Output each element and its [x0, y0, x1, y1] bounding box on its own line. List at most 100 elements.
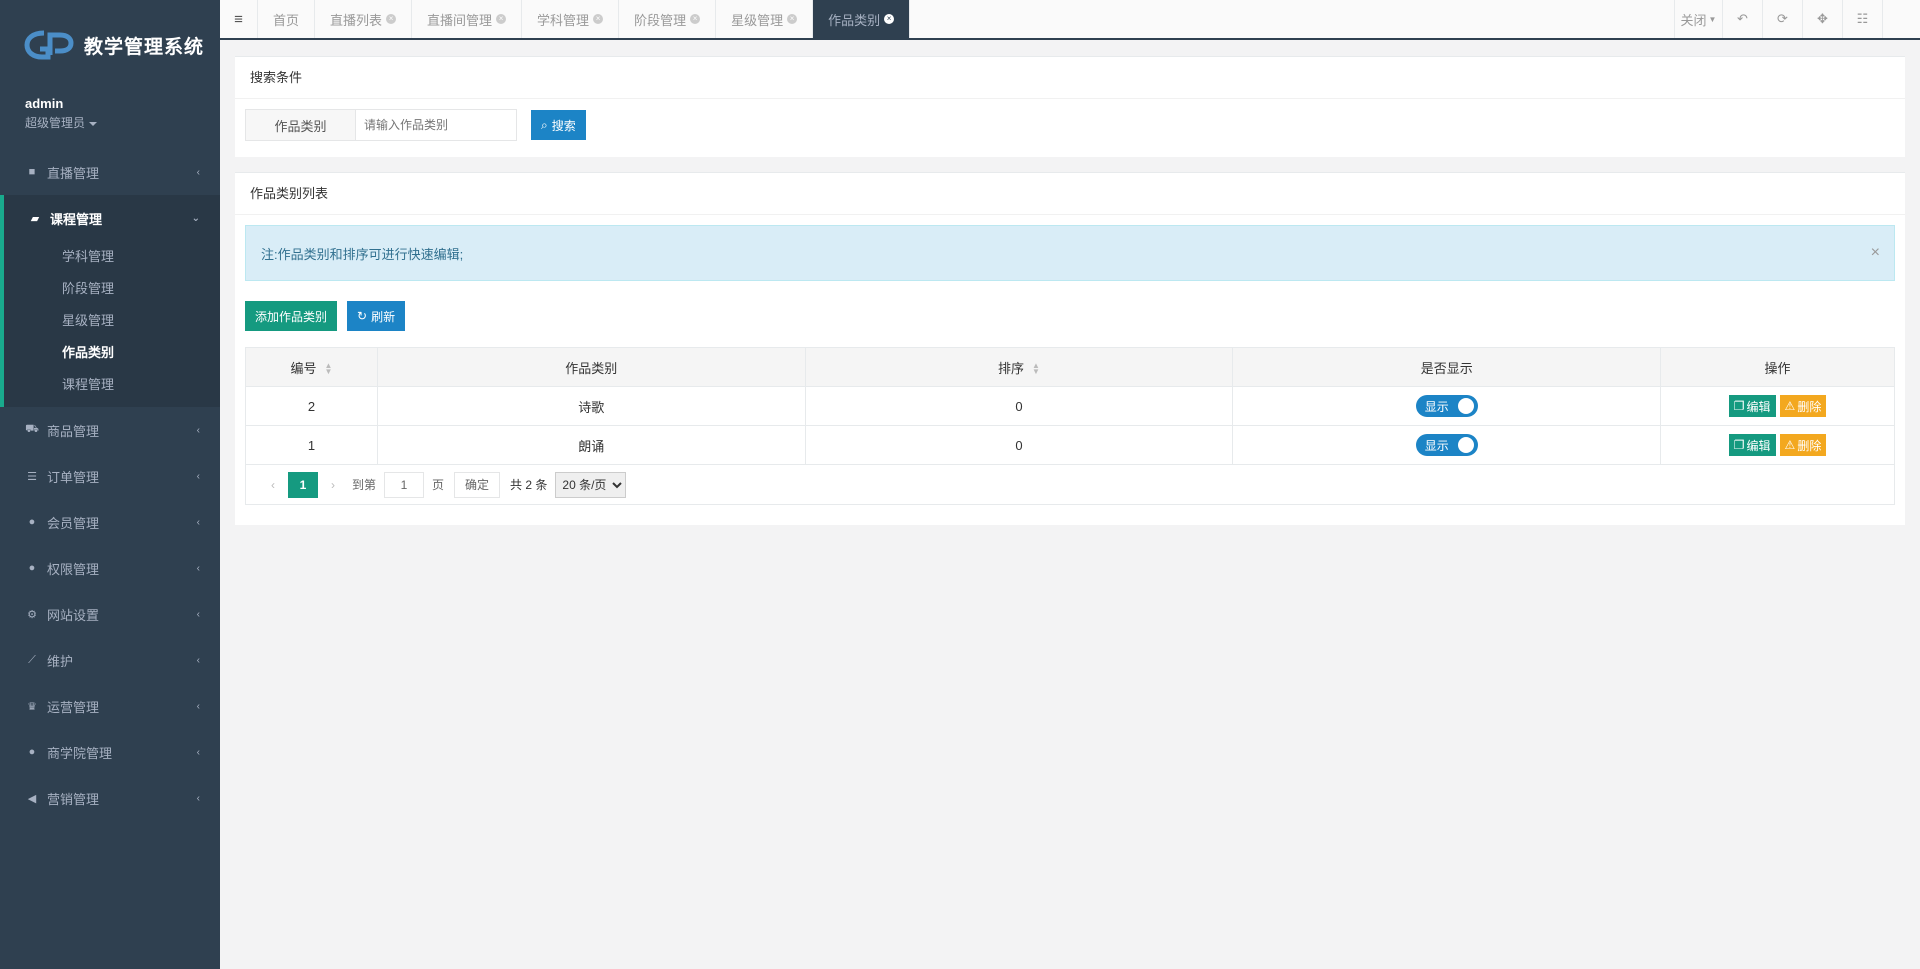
cell-category[interactable]: 朗诵 [376, 425, 806, 465]
back-button[interactable]: ↶ [1722, 0, 1762, 38]
tab-label: 星级管理 [731, 12, 784, 28]
column-header-label: 编号 [290, 360, 317, 376]
close-tabs-dropdown[interactable]: 关闭 ▼ [1674, 0, 1722, 38]
tasks-icon: ☷ [1856, 11, 1869, 26]
tab-live-list[interactable]: 直播列表 × [315, 0, 413, 38]
edit-button[interactable]: ❐ 编辑 [1728, 434, 1776, 456]
sidebar-item-members[interactable]: ● 会员管理 ‹ [0, 499, 220, 545]
close-tab-icon[interactable]: × [884, 14, 895, 24]
category-search-label: 作品类别 [246, 110, 356, 140]
tab-label: 直播列表 [330, 12, 383, 28]
cart-icon: ⛟ [25, 423, 39, 435]
list-panel-title: 作品类别列表 [235, 173, 1905, 215]
search-button[interactable]: ⌕ 搜索 [531, 110, 586, 140]
cell-sort[interactable]: 0 [804, 425, 1234, 465]
magic-wand-icon: ⟋ [28, 653, 36, 666]
submenu-item-stage[interactable]: 阶段管理 [4, 273, 220, 305]
sidebar-item-site[interactable]: ⚙ 网站设置 ‹ [0, 591, 220, 637]
bullhorn-icon: ◀ [27, 792, 37, 805]
top-actions-spacer [1882, 0, 1920, 38]
sidebar-item-operation[interactable]: ♛ 运营管理 ‹ [0, 683, 220, 729]
chevron-left-icon: ‹ [196, 470, 200, 482]
column-header-id[interactable]: 编号 ▲ ▼ [245, 347, 378, 387]
total-count: 共 2 条 [510, 478, 548, 492]
cell-id: 2 [245, 386, 378, 426]
submenu-item-star[interactable]: 星级管理 [4, 305, 220, 337]
user-role-dropdown[interactable]: 超级管理员 [25, 114, 195, 131]
caret-down-icon: ▼ [1708, 14, 1717, 24]
close-tab-icon[interactable]: × [593, 14, 604, 24]
tab-work-category[interactable]: 作品类别 × [813, 0, 911, 38]
toggle-label: 显示 [1424, 438, 1449, 453]
category-search-input[interactable] [356, 110, 516, 140]
column-header-actions: 操作 [1660, 347, 1895, 387]
fullscreen-button[interactable]: ✥ [1802, 0, 1842, 38]
settings-button[interactable]: ☷ [1842, 0, 1882, 38]
edit-button[interactable]: ❐ 编辑 [1728, 395, 1776, 417]
sidebar-item-goods[interactable]: ⛟ 商品管理 ‹ [0, 407, 220, 453]
cell-category[interactable]: 诗歌 [376, 386, 806, 426]
close-icon[interactable]: × [1871, 244, 1880, 262]
goto-confirm-button[interactable]: 确定 [454, 471, 501, 498]
cell-visible: 显示 [1232, 386, 1662, 426]
submenu-item-course[interactable]: 课程管理 [4, 369, 220, 401]
tab-label: 阶段管理 [634, 12, 687, 28]
cell-sort[interactable]: 0 [804, 386, 1234, 426]
sidebar-item-permissions[interactable]: ● 权限管理 ‹ [0, 545, 220, 591]
page-size-select[interactable]: 20 条/页 [555, 471, 627, 498]
close-tab-icon[interactable]: × [787, 14, 798, 24]
refresh-button[interactable]: ↻ 刷新 [347, 301, 406, 331]
close-tab-icon[interactable]: × [386, 14, 397, 24]
tab-home[interactable]: 首页 [258, 0, 316, 38]
book-icon: ▰ [30, 212, 40, 225]
submenu-item-subject[interactable]: 学科管理 [4, 241, 220, 273]
delete-button[interactable]: ⚠ 删除 [1779, 395, 1827, 417]
tab-subject[interactable]: 学科管理 × [522, 0, 620, 38]
page-number-current[interactable]: 1 [288, 471, 318, 498]
sidebar-item-orders[interactable]: ☰ 订单管理 ‹ [0, 453, 220, 499]
column-header-label: 排序 [998, 360, 1025, 376]
prev-page-icon[interactable]: ‹ [258, 472, 288, 498]
list-icon: ☰ [27, 470, 37, 483]
top-actions: 关闭 ▼ ↶ ⟳ ✥ ☷ [1674, 0, 1920, 38]
visible-toggle[interactable]: 显示 [1415, 395, 1478, 417]
tab-star[interactable]: 星级管理 × [716, 0, 814, 38]
sort-icon: ▲ ▼ [1032, 361, 1040, 377]
sidebar-item-marketing[interactable]: ◀ 营销管理 ‹ [0, 775, 220, 821]
search-panel-body: 作品类别 ⌕搜索 [235, 99, 1905, 157]
close-tab-icon[interactable]: × [690, 14, 701, 24]
next-page-icon[interactable]: › [318, 472, 348, 498]
main-content: 搜索条件 作品类别 ⌕搜索 作品类别列表 注:作品类别和排序可进行快速编辑; ×… [235, 56, 1905, 540]
chevron-left-icon: ‹ [196, 654, 200, 666]
column-header-sort[interactable]: 排序 ▲ ▼ [804, 347, 1234, 387]
goto-label: 到第 [352, 478, 377, 492]
undo-icon: ↶ [1737, 11, 1748, 26]
sidebar-item-course[interactable]: ▰ 课程管理 ⌄ [4, 195, 220, 241]
close-tab-icon[interactable]: × [496, 14, 507, 24]
gear-icon: ⚙ [27, 608, 37, 621]
cell-visible: 显示 [1232, 425, 1662, 465]
cell-id: 1 [245, 425, 378, 465]
tab-live-room[interactable]: 直播间管理 × [412, 0, 523, 38]
sidebar-item-label: 课程管理 [50, 211, 103, 227]
goto-page-input[interactable] [384, 471, 425, 498]
visible-toggle[interactable]: 显示 [1415, 434, 1478, 456]
warning-icon: ⚠ [1784, 399, 1796, 413]
chevron-left-icon: ‹ [196, 424, 200, 436]
sidebar-item-label: 权限管理 [47, 561, 100, 577]
refresh-page-button[interactable]: ⟳ [1762, 0, 1802, 38]
chevron-down-icon: ⌄ [191, 212, 200, 224]
app-title: 教学管理系统 [84, 36, 205, 58]
sidebar-item-live[interactable]: ■ 直播管理 ‹ [0, 149, 220, 195]
refresh-button-label: 刷新 [371, 309, 396, 324]
sidebar-item-academy[interactable]: ● 商学院管理 ‹ [0, 729, 220, 775]
menu-toggle-button[interactable]: ≡ [220, 0, 258, 38]
caret-down-icon [89, 121, 98, 126]
chevron-left-icon: ‹ [196, 746, 200, 758]
delete-button[interactable]: ⚠ 删除 [1779, 434, 1827, 456]
tab-stage[interactable]: 阶段管理 × [619, 0, 717, 38]
add-category-button[interactable]: 添加作品类别 [245, 301, 338, 331]
submenu-item-work-category[interactable]: 作品类别 [4, 337, 220, 369]
chevron-left-icon: ‹ [196, 516, 200, 528]
sidebar-item-maintain[interactable]: ⟋ 维护 ‹ [0, 637, 220, 683]
